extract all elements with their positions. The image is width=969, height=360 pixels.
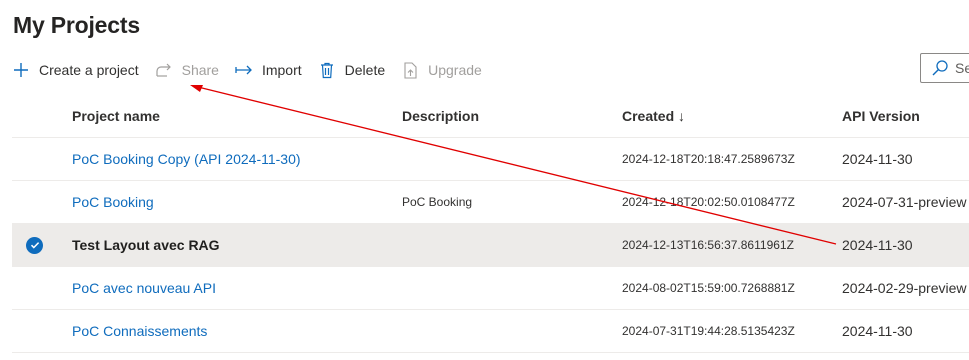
project-api-version: 2024-11-30: [842, 151, 913, 167]
table-header-row: Project name Description Created ↓ API V…: [12, 95, 969, 138]
search-icon: [931, 59, 949, 77]
table-row[interactable]: PoC avec nouveau API 2024-08-02T15:59:00…: [12, 267, 969, 310]
checkmark-circle-icon: [26, 236, 43, 254]
row-select-checkbox[interactable]: [26, 224, 46, 266]
project-created: 2024-12-18T20:18:47.2589673Z: [622, 152, 795, 166]
header-created[interactable]: Created ↓: [622, 95, 685, 137]
row-select-checkbox[interactable]: [26, 138, 46, 180]
row-select-checkbox[interactable]: [26, 267, 46, 309]
plus-icon: [12, 61, 30, 79]
project-link[interactable]: PoC Booking: [72, 194, 154, 210]
create-project-button[interactable]: Create a project: [12, 61, 139, 79]
table-row[interactable]: PoC Booking Copy (API 2024-11-30) 2024-1…: [12, 138, 969, 181]
delete-label: Delete: [344, 62, 386, 78]
trash-icon: [318, 61, 336, 79]
project-created: 2024-07-31T19:44:28.5135423Z: [622, 324, 795, 338]
project-api-version: 2024-02-29-preview: [842, 280, 967, 296]
project-api-version: 2024-11-30: [842, 323, 913, 339]
import-label: Import: [261, 62, 302, 78]
project-created: 2024-08-02T15:59:00.7268881Z: [622, 281, 795, 295]
page-title: My Projects: [13, 12, 140, 38]
upgrade-button[interactable]: Upgrade: [401, 61, 482, 79]
project-link[interactable]: PoC avec nouveau API: [72, 280, 216, 296]
header-api-version[interactable]: API Version: [842, 95, 920, 137]
project-api-version: 2024-07-31-preview: [842, 194, 967, 210]
project-description: PoC Booking: [402, 195, 473, 209]
project-name-selected[interactable]: Test Layout avec RAG: [72, 224, 220, 266]
header-project-name[interactable]: Project name: [72, 95, 160, 137]
create-project-label: Create a project: [39, 62, 139, 78]
header-description[interactable]: Description: [402, 95, 479, 137]
command-bar: Create a project Share Import Delete Upg…: [12, 58, 498, 82]
share-icon: [155, 61, 173, 79]
projects-table: Project name Description Created ↓ API V…: [12, 95, 969, 353]
project-link[interactable]: PoC Booking Copy (API 2024-11-30): [72, 151, 301, 167]
upgrade-label: Upgrade: [428, 62, 482, 78]
table-row[interactable]: PoC Connaissements 2024-07-31T19:44:28.5…: [12, 310, 969, 353]
table-row-selected[interactable]: Test Layout avec RAG 2024-12-13T16:56:37…: [12, 224, 969, 267]
table-row[interactable]: PoC Booking PoC Booking 2024-12-18T20:02…: [12, 181, 969, 224]
share-button[interactable]: Share: [155, 61, 219, 79]
project-created: 2024-12-13T16:56:37.8611961Z: [622, 238, 794, 252]
import-button[interactable]: Import: [235, 61, 302, 79]
project-api-version: 2024-11-30: [842, 237, 913, 253]
project-created: 2024-12-18T20:02:50.0108477Z: [622, 195, 795, 209]
row-select-checkbox[interactable]: [26, 181, 46, 223]
upgrade-icon: [401, 61, 419, 79]
search-input[interactable]: Se: [920, 53, 969, 83]
row-select-checkbox[interactable]: [26, 310, 46, 352]
project-link[interactable]: PoC Connaissements: [72, 323, 207, 339]
search-placeholder: Se: [955, 60, 969, 76]
import-arrow-icon: [235, 61, 253, 79]
share-label: Share: [181, 62, 219, 78]
delete-button[interactable]: Delete: [318, 61, 385, 79]
